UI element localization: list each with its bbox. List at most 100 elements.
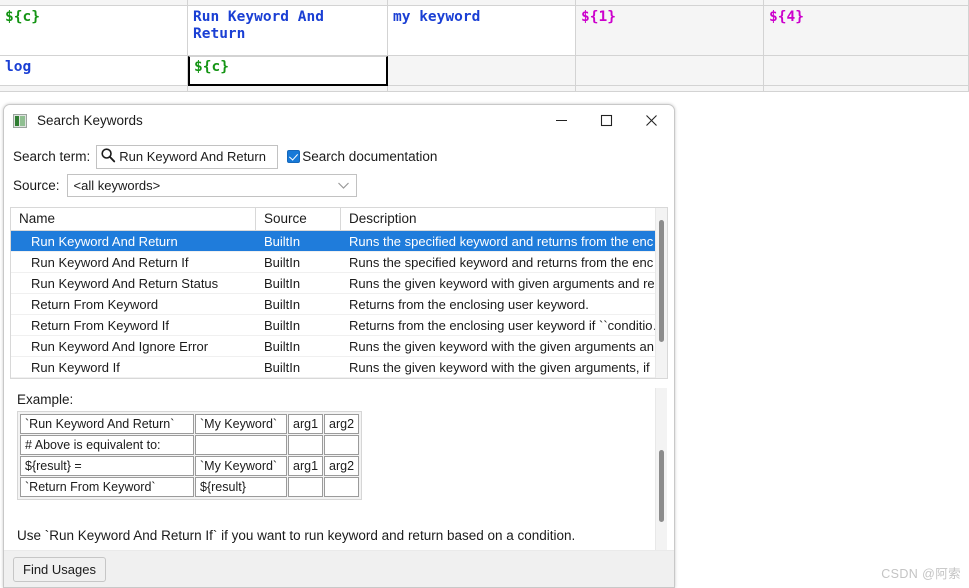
keyword-results-table[interactable]: Name Source Description Run Keyword And … — [10, 207, 668, 379]
example-cell: `My Keyword` — [195, 456, 287, 476]
table-header-row: Name Source Description — [11, 208, 667, 231]
cell-description: Returns from the enclosing user keyword … — [349, 317, 666, 333]
find-usages-button[interactable]: Find Usages — [13, 556, 106, 582]
example-row: # Above is equivalent to: — [20, 435, 360, 455]
close-icon[interactable] — [629, 105, 674, 136]
cell-description: Returns from the enclosing user keyword. — [349, 296, 589, 312]
column-header-source[interactable]: Source — [256, 208, 341, 230]
cell-source: BuiltIn — [264, 338, 301, 354]
cell-source: BuiltIn — [256, 378, 341, 379]
test-case-grid[interactable]: ${c} Run Keyword And Return my keyword $… — [0, 0, 969, 92]
example-cell — [288, 435, 324, 455]
grid-cell[interactable]: ${4} — [764, 6, 969, 56]
grid-strip-cell — [188, 86, 388, 92]
cell-source: BuiltIn — [264, 317, 301, 333]
documentation-content: Example: `Run Keyword And Return` `My Ke… — [11, 388, 667, 543]
grid-cell[interactable]: ${c} — [0, 6, 188, 56]
example-cell: arg1 — [288, 456, 324, 476]
grid-row[interactable]: log ${c} — [0, 56, 969, 86]
cell-source: BuiltIn — [264, 275, 301, 291]
source-select-value: <all keywords> — [73, 178, 161, 193]
watermark: CSDN @阿索 — [881, 567, 961, 581]
example-cell: arg2 — [324, 414, 360, 434]
table-row[interactable]: Set Variable If BuiltIn Makes a variable… — [11, 378, 667, 379]
cell-name: Return From Keyword — [31, 296, 159, 312]
grid-cell[interactable] — [764, 56, 969, 86]
cell-description: Runs the given keyword with the given ar… — [349, 359, 667, 375]
cell-name: Run Keyword And Ignore Error — [31, 338, 209, 354]
example-cell — [324, 477, 360, 497]
dialog-title: Search Keywords — [37, 113, 143, 128]
table-row[interactable]: Run Keyword And Return Status BuiltIn Ru… — [11, 273, 667, 294]
grid-strip-cell — [576, 86, 764, 92]
search-form: Search term: Run Keyword And Return Sear… — [4, 136, 674, 200]
example-cell — [195, 435, 287, 455]
example-row: `Run Keyword And Return` `My Keyword` ar… — [20, 414, 360, 434]
table-scrollbar-thumb[interactable] — [659, 220, 664, 342]
example-row: ${result} = `My Keyword` arg1 arg2 — [20, 456, 360, 476]
search-term-label: Search term: — [13, 149, 91, 164]
cell-source: BuiltIn — [264, 254, 301, 270]
grid-cell-selected[interactable]: ${c} — [188, 56, 388, 86]
column-header-name[interactable]: Name — [11, 208, 256, 230]
grid-cell[interactable]: my keyword — [388, 6, 576, 56]
source-row: Source: <all keywords> — [13, 171, 674, 200]
cell-source: BuiltIn — [264, 296, 301, 312]
window-controls — [539, 105, 674, 136]
cell-description: Runs the specified keyword and returns f… — [349, 254, 667, 270]
grid-strip-cell — [388, 86, 576, 92]
grid-strip-cell — [0, 86, 188, 92]
grid-row[interactable]: ${c} Run Keyword And Return my keyword $… — [0, 6, 969, 56]
minimize-icon[interactable] — [539, 105, 584, 136]
example-cell: arg1 — [288, 414, 324, 434]
example-cell: `Return From Keyword` — [20, 477, 194, 497]
source-select[interactable]: <all keywords> — [66, 174, 357, 197]
grid-bottom-strip — [0, 86, 969, 92]
example-cell: # Above is equivalent to: — [20, 435, 194, 455]
search-documentation-label[interactable]: Search documentation — [302, 149, 437, 164]
search-term-row: Search term: Run Keyword And Return Sear… — [13, 142, 674, 171]
dialog-titlebar[interactable]: Search Keywords — [4, 105, 674, 136]
grid-cell[interactable] — [388, 56, 576, 86]
grid-cell[interactable]: Run Keyword And Return — [188, 6, 388, 56]
table-scrollbar[interactable] — [655, 208, 667, 378]
cell-name: Run Keyword If — [31, 359, 120, 375]
documentation-scrollbar-thumb[interactable] — [659, 450, 664, 522]
table-row[interactable]: Return From Keyword BuiltIn Returns from… — [11, 294, 667, 315]
search-keywords-dialog: Search Keywords Search term: Run Keyword… — [3, 104, 675, 588]
chevron-down-icon — [337, 178, 350, 193]
search-documentation-checkbox[interactable] — [287, 150, 301, 163]
column-header-description[interactable]: Description — [341, 208, 667, 230]
example-table: `Run Keyword And Return` `My Keyword` ar… — [17, 411, 363, 500]
search-input-value: Run Keyword And Return — [119, 149, 266, 164]
example-cell: ${result} = — [20, 456, 194, 476]
table-body: Run Keyword And Return BuiltIn Runs the … — [11, 231, 667, 379]
app-icon — [13, 113, 27, 128]
table-row[interactable]: Return From Keyword If BuiltIn Returns f… — [11, 315, 667, 336]
cell-name: Run Keyword And Return Status — [31, 275, 219, 291]
cell-description: Runs the specified keyword and returns f… — [349, 233, 667, 249]
cell-name: Run Keyword And Return If — [31, 254, 189, 270]
example-cell: `Run Keyword And Return` — [20, 414, 194, 434]
example-label: Example: — [17, 392, 74, 407]
table-row[interactable]: Run Keyword If BuiltIn Runs the given ke… — [11, 357, 667, 378]
grid-cell[interactable]: log — [0, 56, 188, 86]
search-input[interactable]: Run Keyword And Return — [96, 144, 279, 169]
example-cell: arg2 — [324, 456, 360, 476]
example-row: `Return From Keyword` ${result} — [20, 477, 360, 497]
cell-name: Run Keyword And Return — [31, 233, 178, 249]
cell-source: BuiltIn — [264, 233, 301, 249]
cell-description: Runs the given keyword with the given ar… — [349, 338, 667, 354]
maximize-icon[interactable] — [584, 105, 629, 136]
documentation-note: Use `Run Keyword And Return If` if you w… — [17, 528, 576, 543]
example-cell: `My Keyword` — [195, 414, 287, 434]
table-row[interactable]: Run Keyword And Return If BuiltIn Runs t… — [11, 252, 667, 273]
grid-cell[interactable] — [576, 56, 764, 86]
example-cell — [288, 477, 324, 497]
grid-cell[interactable]: ${1} — [576, 6, 764, 56]
cell-description: Runs the given keyword with given argume… — [349, 275, 667, 291]
table-row[interactable]: Run Keyword And Ignore Error BuiltIn Run… — [11, 336, 667, 357]
example-cell — [324, 435, 360, 455]
dialog-footer: Find Usages — [4, 550, 674, 587]
table-row[interactable]: Run Keyword And Return BuiltIn Runs the … — [11, 231, 667, 252]
